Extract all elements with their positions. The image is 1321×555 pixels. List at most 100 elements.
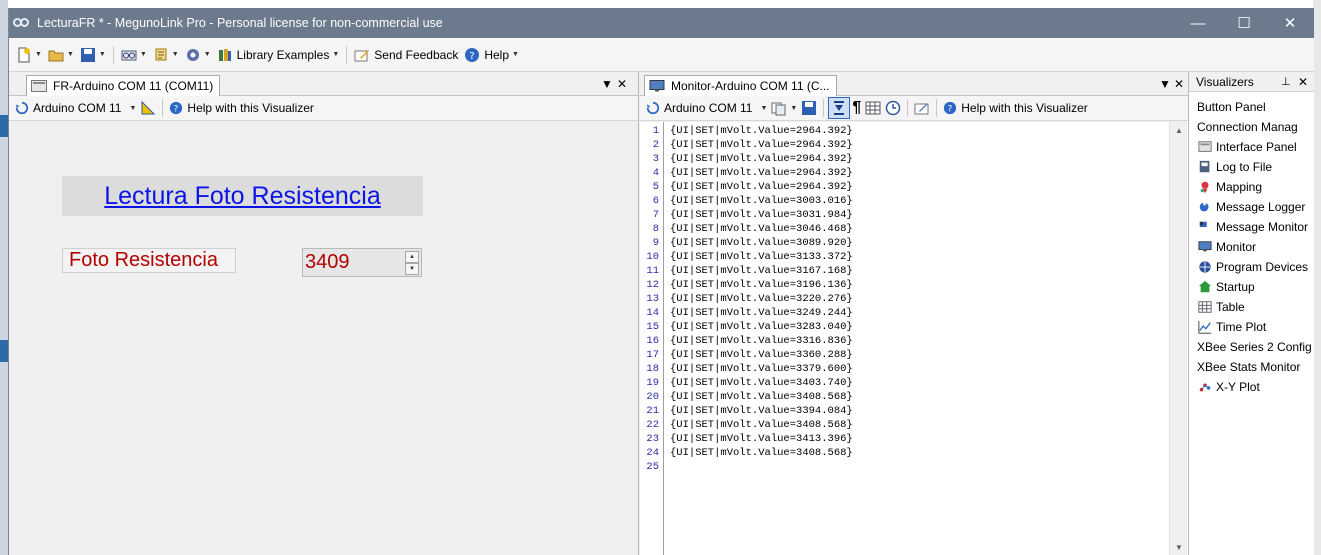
open-project-button[interactable]: ▼	[45, 44, 77, 66]
line-number: 14	[646, 307, 659, 319]
monitor-line: {UI|SET|mVolt.Value=3089.920}	[670, 237, 853, 249]
monitor-text-area[interactable]: 1 2 3 4 5 6 7 8 9 10 11 12 13 14 15 16 17 18 19 20 21 22 23 24 2…	[640, 122, 1188, 555]
monitor-line: {UI|SET|mVolt.Value=3408.568}	[670, 419, 853, 431]
eraser-icon	[914, 103, 929, 115]
pin-icon[interactable]: ⊥	[1281, 75, 1291, 88]
background-window-marker	[0, 115, 8, 137]
send-feedback-button[interactable]: Send Feedback	[351, 44, 461, 66]
help-visualizer-button[interactable]: ? Help with this Visualizer	[941, 97, 1090, 119]
visualizer-item-log-to-file[interactable]: Log to File	[1197, 160, 1272, 174]
monitor-line: {UI|SET|mVolt.Value=3003.016}	[670, 195, 853, 207]
monitor-line: {UI|SET|mVolt.Value=3249.244}	[670, 307, 853, 319]
timestamp-toggle[interactable]	[883, 97, 903, 119]
close-tab-button[interactable]: ✕	[617, 77, 627, 91]
design-mode-button[interactable]	[138, 97, 158, 119]
refresh-icon	[15, 101, 29, 115]
line-number: 1	[652, 125, 659, 137]
connection-icon	[121, 50, 137, 60]
visualizer-item-label: Program Devices	[1216, 260, 1309, 274]
interface-panel: FR-Arduino COM 11 (COM11) ▼ ✕ Arduino CO…	[9, 72, 639, 555]
connection-selector[interactable]: Arduino COM 11 ▼	[13, 97, 138, 119]
line-number: 2	[652, 139, 659, 151]
visualizer-item-label: Message Logger	[1216, 200, 1306, 214]
new-project-button[interactable]: ▼	[13, 44, 45, 66]
visualizer-item-label: Message Monitor	[1216, 220, 1309, 234]
grid-button[interactable]	[863, 97, 883, 119]
visualizer-item-x-y-plot[interactable]: X-Y Plot	[1197, 380, 1260, 394]
vertical-scrollbar[interactable]: ▲ ▼	[1169, 122, 1187, 555]
line-number-gutter: 1 2 3 4 5 6 7 8 9 10 11 12 13 14 15 16 17 18 19 20 21 22 23 24 2…	[640, 122, 664, 555]
visualizer-item-label: Time Plot	[1216, 320, 1267, 334]
toolbar-separator	[346, 45, 348, 64]
program-devices-icon	[1199, 261, 1211, 273]
toolbar-separator	[112, 45, 114, 64]
visualizer-item-xbee-stats-monitor[interactable]: XBee Stats Monitor	[1197, 360, 1300, 374]
monitor-icon	[649, 80, 665, 92]
new-document-icon	[18, 47, 30, 62]
open-folder-icon	[48, 50, 64, 61]
visualizer-item-label: Interface Panel	[1216, 140, 1297, 154]
scroll-down-arrow-icon[interactable]: ▼	[1170, 539, 1188, 555]
visualizer-item-message-monitor[interactable]: Message Monitor	[1197, 220, 1308, 234]
clear-button[interactable]	[912, 97, 932, 119]
help-menu-button[interactable]: ? Help ▼	[461, 44, 522, 66]
visualizer-item-monitor[interactable]: Monitor	[1197, 240, 1256, 254]
help-visualizer-button[interactable]: ? Help with this Visualizer	[167, 97, 316, 119]
close-panel-button[interactable]: ✕	[1298, 75, 1308, 89]
line-number: 3	[652, 153, 659, 165]
window-title: LecturaFR * - MegunoLink Pro - Personal …	[37, 16, 443, 30]
monitor-line: {UI|SET|mVolt.Value=2964.392}	[670, 125, 853, 137]
visualizer-item-button-panel[interactable]: Button Panel	[1197, 100, 1266, 114]
visualizer-item-mapping[interactable]: Mapping	[1197, 180, 1262, 194]
connections-button[interactable]: ▼	[118, 44, 150, 66]
visualizer-item-time-plot[interactable]: Time Plot	[1197, 320, 1266, 334]
increment-button[interactable]: ▲	[405, 250, 419, 263]
save-icon	[802, 101, 817, 115]
tab-list-dropdown[interactable]: ▼	[601, 77, 613, 91]
close-button[interactable]: ✕	[1267, 8, 1313, 38]
line-number: 12	[646, 279, 659, 291]
visualizer-item-startup[interactable]: Startup	[1197, 280, 1255, 294]
visualizer-item-label: XBee Stats Monitor	[1197, 360, 1301, 374]
monitor-toolbar: Arduino COM 11 ▼ ▼ ¶ ? Help with this Vi…	[640, 96, 1188, 121]
visualizer-item-xbee-series-2-config[interactable]: XBee Series 2 Config	[1197, 340, 1312, 354]
toolbar-separator	[823, 99, 825, 117]
visualizers-panel: Visualizers ⊥ ✕ Button Panel Connection M…	[1189, 72, 1314, 555]
line-number: 24	[646, 447, 659, 459]
visualizer-item-message-logger[interactable]: Message Logger	[1197, 200, 1305, 214]
tab-monitor-arduino[interactable]: Monitor-Arduino COM 11 (C...	[644, 75, 837, 96]
close-tab-button[interactable]: ✕	[1174, 77, 1184, 91]
visualizer-item-connection-manag[interactable]: Connection Manag	[1197, 120, 1298, 134]
line-number: 7	[652, 209, 659, 221]
visualizer-item-program-devices[interactable]: Program Devices	[1197, 260, 1308, 274]
show-newlines-toggle[interactable]: ¶	[850, 97, 863, 119]
save-log-button[interactable]	[799, 97, 819, 119]
toolbar-separator	[907, 99, 909, 117]
tab-fr-arduino[interactable]: FR-Arduino COM 11 (COM11)	[26, 75, 221, 96]
toolbar-separator	[162, 99, 164, 117]
tab-list-dropdown[interactable]: ▼	[1159, 77, 1171, 91]
save-project-button[interactable]: ▼	[77, 44, 109, 66]
library-examples-button[interactable]: Library Examples ▼	[214, 44, 343, 66]
connection-selector[interactable]: Arduino COM 11 ▼	[644, 97, 769, 119]
monitor-line: {UI|SET|mVolt.Value=3220.276}	[670, 293, 853, 305]
minimize-button[interactable]: —	[1175, 8, 1221, 38]
settings-button[interactable]: ▼	[182, 44, 214, 66]
decrement-button[interactable]: ▼	[405, 262, 419, 275]
auto-scroll-toggle[interactable]	[828, 97, 851, 119]
visualizers-header: Visualizers ⊥ ✕	[1189, 72, 1314, 92]
scripts-button[interactable]: ▼	[150, 44, 182, 66]
line-number: 19	[646, 377, 659, 389]
table-icon	[1198, 301, 1212, 313]
visualizer-item-label: XBee Series 2 Config	[1197, 340, 1312, 354]
visualizer-item-table[interactable]: Table	[1197, 300, 1245, 314]
xy-plot-icon	[1199, 383, 1211, 392]
copy-button[interactable]: ▼	[769, 97, 799, 119]
visualizer-item-interface-panel[interactable]: Interface Panel	[1197, 140, 1297, 154]
scroll-up-arrow-icon[interactable]: ▲	[1170, 122, 1188, 138]
line-number: 4	[652, 167, 659, 179]
svg-text:?: ?	[948, 105, 953, 115]
maximize-button[interactable]: ☐	[1221, 8, 1267, 38]
foto-resistencia-value-stepper[interactable]: 3409 ▲ ▼	[302, 248, 422, 277]
startup-icon	[1198, 280, 1212, 293]
